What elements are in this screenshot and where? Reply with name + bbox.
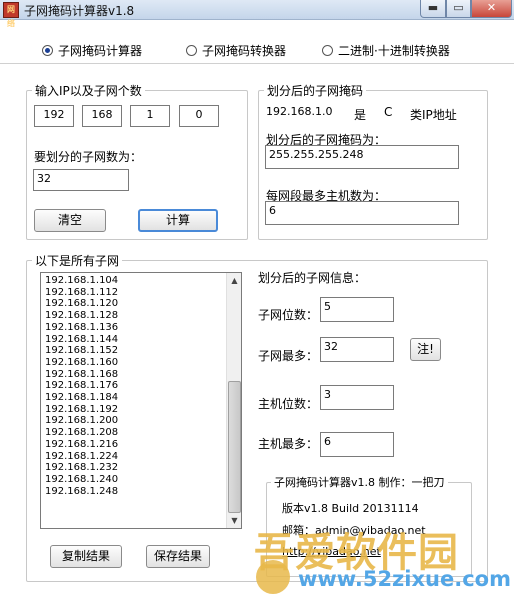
list-item[interactable]: 192.168.1.144 [45,334,118,346]
list-item[interactable]: 192.168.1.152 [45,345,118,357]
subnet-count-input[interactable]: 32 [33,169,129,191]
subnet-bits-field[interactable]: 5 [320,297,394,322]
clear-button[interactable]: 清空 [34,209,106,232]
max-hosts-field[interactable]: 6 [265,201,459,225]
subnet-list: 192.168.1.104 192.168.1.112 192.168.1.120 1… [45,275,118,497]
watermark-url: www.52zixue.com [298,567,511,591]
is-text: 是 [354,108,367,122]
subnet-mask-field[interactable]: 255.255.255.248 [265,145,459,169]
host-max-field[interactable]: 6 [320,432,394,457]
subnet-count-label: 要划分的子网数为： [34,150,143,164]
subnet-listbox[interactable]: 192.168.1.104 192.168.1.112 192.168.1.120 1… [40,272,242,529]
maximize-button[interactable]: ▭ [446,0,471,18]
app-icon: 网络 [3,2,19,28]
tab-subnet-calculator[interactable]: 子网掩码计算器 [42,42,142,58]
list-item[interactable]: 192.168.1.136 [45,322,118,334]
ip-class-letter: C [384,105,393,119]
ip-octet-4-input[interactable]: 0 [179,105,219,127]
listbox-scrollbar[interactable]: ▲ ▼ [226,273,241,528]
copy-results-button[interactable]: 复制结果 [50,545,122,568]
subnet-info-heading: 划分后的子网信息： [258,271,367,285]
scroll-up-icon[interactable]: ▲ [227,273,241,288]
tab-label: 子网掩码转换器 [202,43,287,58]
close-button[interactable]: ✕ [471,0,512,18]
list-item[interactable]: 192.168.1.160 [45,357,118,369]
radio-checked-icon[interactable] [42,44,53,56]
about-legend: 子网掩码计算器v1.8 制作：一把刀 [271,474,448,490]
tab-label: 二进制·十进制转换器 [338,43,450,58]
save-results-button[interactable]: 保存结果 [146,545,210,568]
subnet-max-label: 子网最多： [258,349,319,363]
note-button[interactable]: 注! [410,338,441,361]
subnets-group-legend: 以下是所有子网 [32,252,123,269]
list-item[interactable]: 192.168.1.200 [45,415,118,427]
list-item[interactable]: 192.168.1.184 [45,392,118,404]
subnet-bits-label: 子网位数： [258,308,319,322]
list-item[interactable]: 192.168.1.240 [45,474,118,486]
radio-icon[interactable] [186,44,197,56]
tab-subnet-converter[interactable]: 子网掩码转换器 [186,42,286,58]
version-text: 版本v1.8 Build 20131114 [282,502,419,515]
tab-label: 子网掩码计算器 [58,43,143,58]
window-title: 子网掩码计算器v1.8 [24,4,135,18]
list-item[interactable]: 192.168.1.176 [45,380,118,392]
list-item[interactable]: 192.168.1.120 [45,298,118,310]
list-item[interactable]: 192.168.1.232 [45,462,118,474]
host-bits-label: 主机位数： [258,397,319,411]
minimize-button[interactable]: ▬ [420,0,446,18]
list-item[interactable]: 192.168.1.224 [45,451,118,463]
scroll-down-icon[interactable]: ▼ [227,513,241,528]
list-item[interactable]: 192.168.1.104 [45,275,118,287]
host-max-label: 主机最多： [258,437,319,451]
ip-address-text: 192.168.1.0 [266,105,333,118]
calculate-button[interactable]: 计算 [138,209,218,232]
list-item[interactable]: 192.168.1.208 [45,427,118,439]
list-item[interactable]: 192.168.1.216 [45,439,118,451]
list-item[interactable]: 192.168.1.168 [45,369,118,381]
ip-octet-3-input[interactable]: 1 [130,105,170,127]
list-item[interactable]: 192.168.1.128 [45,310,118,322]
ip-class-text: 类IP地址 [410,108,457,122]
ip-octet-1-input[interactable]: 192 [34,105,74,127]
list-item[interactable]: 192.168.1.112 [45,287,118,299]
subnet-max-field[interactable]: 32 [320,337,394,362]
host-bits-field[interactable]: 3 [320,385,394,410]
ip-octet-2-input[interactable]: 168 [82,105,122,127]
list-item[interactable]: 192.168.1.192 [45,404,118,416]
input-group-legend: 输入IP以及子网个数 [32,82,145,99]
radio-icon[interactable] [322,44,333,56]
list-item[interactable]: 192.168.1.248 [45,486,118,498]
tab-binary-decimal[interactable]: 二进制·十进制转换器 [322,42,450,58]
scroll-thumb[interactable] [228,381,241,513]
result-group-legend: 划分后的子网掩码 [264,82,367,99]
